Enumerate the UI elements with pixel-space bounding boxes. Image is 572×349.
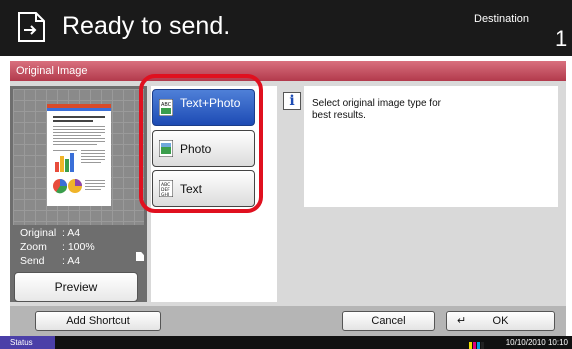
header-bar: Ready to send. Destination 1 [0, 0, 572, 56]
cancel-button[interactable]: Cancel [342, 311, 435, 331]
text-photo-icon: ABC [159, 99, 173, 116]
enter-icon: ↵ [457, 315, 467, 327]
preview-grid [13, 89, 144, 225]
svg-text:ABC: ABC [161, 102, 172, 108]
preview-button[interactable]: Preview [14, 272, 138, 302]
info-icon: i [283, 92, 301, 110]
original-value: : A4 [62, 227, 81, 239]
add-shortcut-button[interactable]: Add Shortcut [35, 311, 161, 331]
send-icon [18, 12, 45, 42]
bottom-bar: Add Shortcut Cancel ↵ OK [10, 306, 566, 336]
ok-button[interactable]: ↵ OK [446, 311, 555, 331]
destination-count: 1 [555, 26, 568, 51]
text-button[interactable]: ABC DEF GHI Text [152, 170, 255, 207]
preview-pane: Original : A4 Zoom : 100% Send : A4 Prev… [10, 86, 147, 302]
photo-icon [159, 140, 173, 157]
zoom-value: : 100% [62, 241, 95, 253]
status-datetime: 10/10/2010 10:10 [505, 338, 568, 347]
info-text: Select original image type for best resu… [312, 98, 441, 121]
document-thumbnail [47, 104, 111, 206]
portrait-document-icon [136, 252, 144, 261]
send-value: : A4 [62, 255, 81, 267]
thumbnail-drawing [47, 104, 111, 194]
text-icon: ABC DEF GHI [159, 180, 173, 197]
ok-label: OK [492, 315, 509, 327]
panel-title-bar: Original Image [10, 61, 566, 81]
status-bar: Status 10/10/2010 10:10 [0, 336, 572, 349]
destination-label: Destination [474, 13, 530, 25]
page-title: Ready to send. [62, 12, 231, 40]
zoom-label: Zoom [20, 241, 47, 253]
text-photo-button[interactable]: ABC Text+Photo [152, 89, 255, 126]
toner-level-icon [469, 338, 487, 349]
text-label: Text [180, 182, 203, 196]
original-label: Original [20, 227, 57, 239]
panel-title: Original Image [16, 65, 88, 77]
svg-text:GHI: GHI [161, 192, 169, 197]
status-button[interactable]: Status [0, 336, 55, 349]
text-photo-label: Text+Photo [180, 96, 241, 110]
photo-button[interactable]: Photo [152, 130, 255, 167]
photo-label: Photo [180, 142, 212, 156]
send-label: Send [20, 255, 45, 267]
